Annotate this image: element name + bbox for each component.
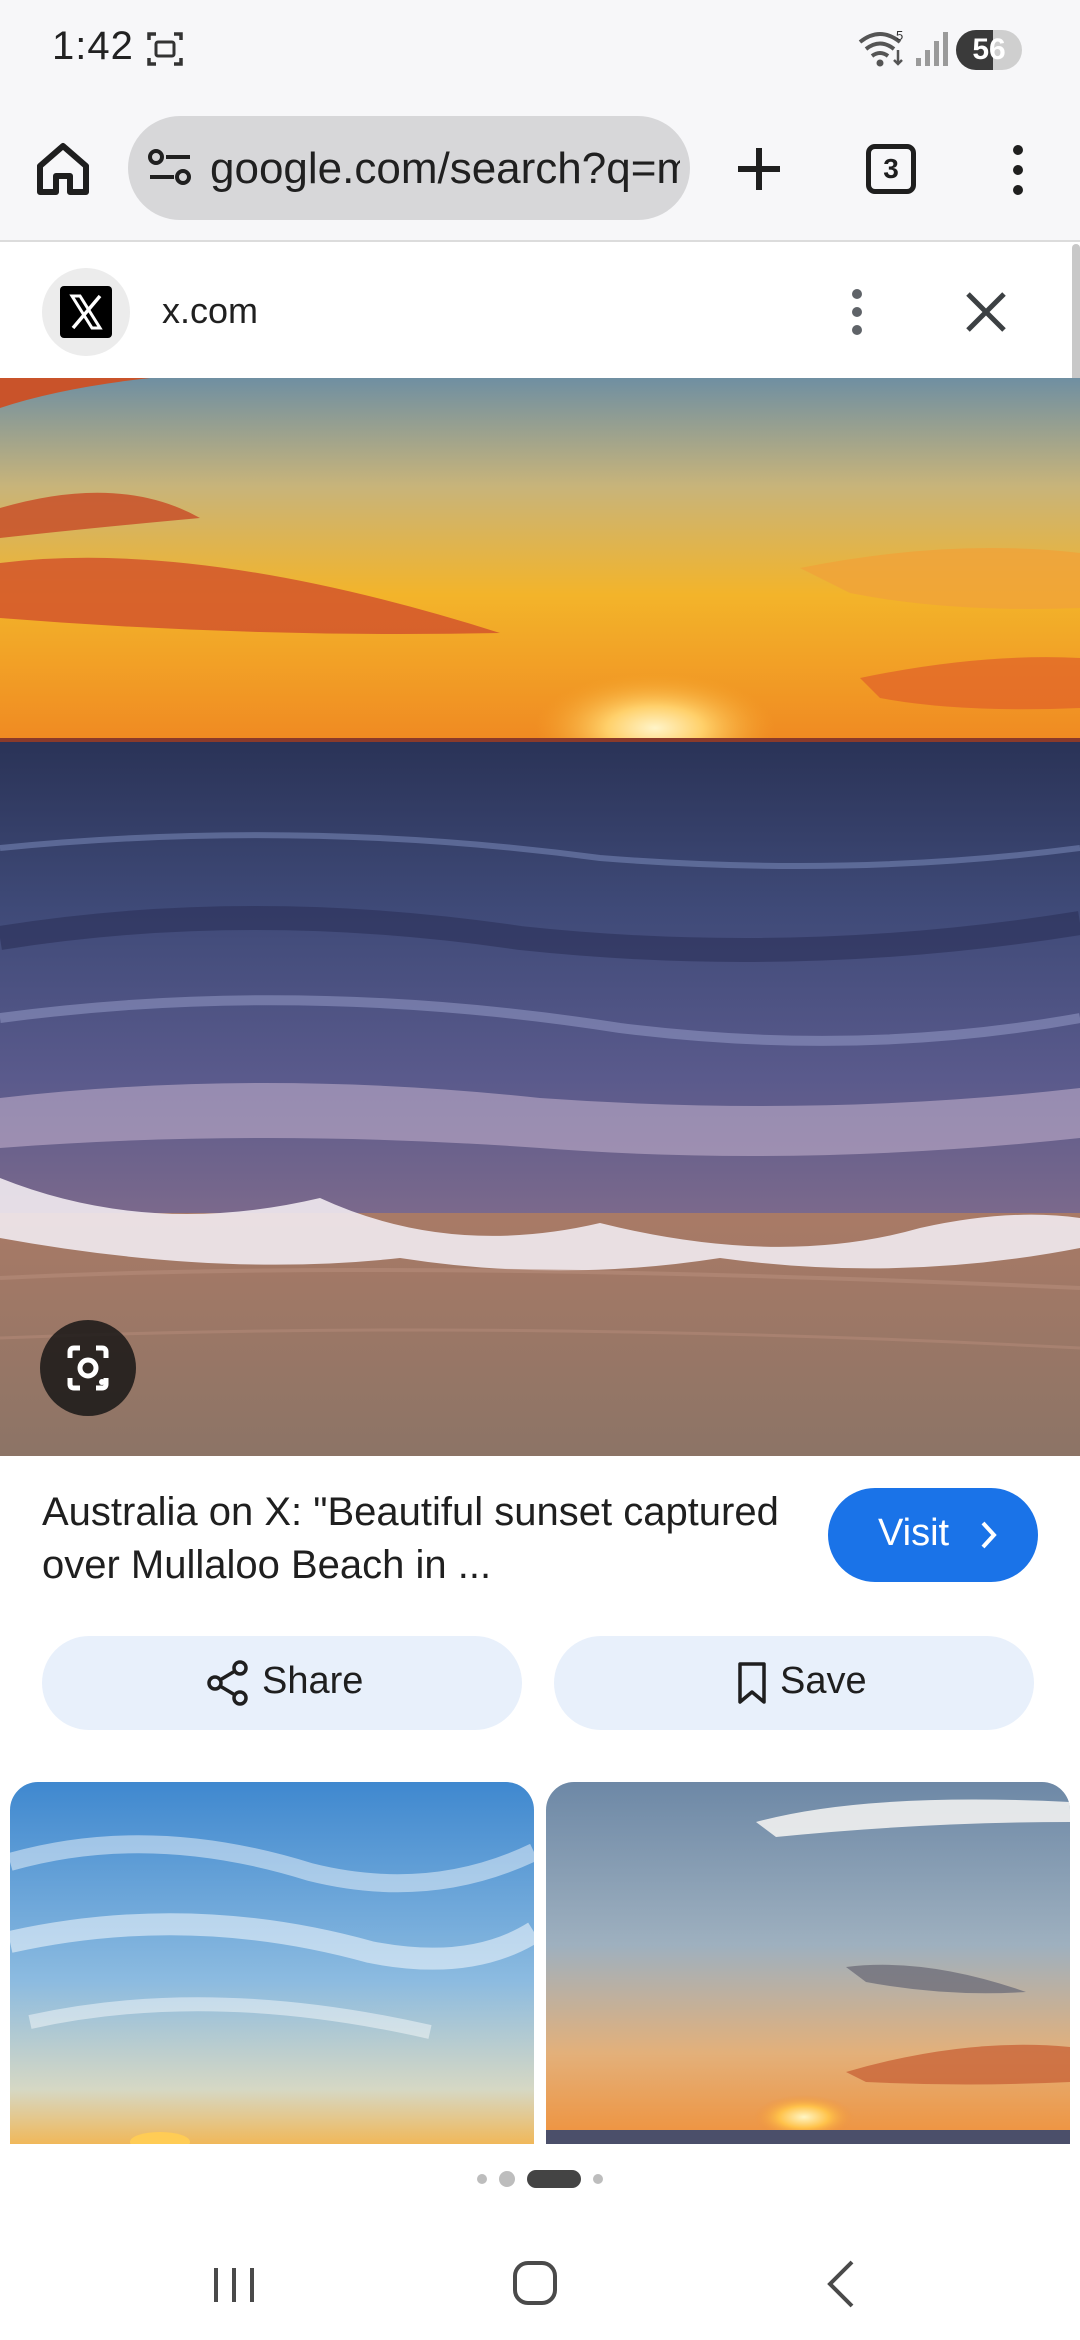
battery-level: 56	[972, 33, 1006, 66]
pager-dot-active	[527, 2170, 581, 2188]
pager-dot	[499, 2171, 515, 2187]
more-vertical-icon[interactable]	[1000, 140, 1036, 200]
share-icon	[207, 1660, 248, 1706]
site-name[interactable]: x.com	[162, 290, 258, 332]
browser-toolbar: google.com/search?q=m 3	[0, 100, 1080, 242]
system-nav-bar	[0, 2220, 1080, 2340]
bookmark-icon	[738, 1662, 766, 1704]
save-label: Save	[780, 1660, 867, 1702]
site-favicon	[42, 268, 130, 356]
result-header: x.com	[0, 244, 1072, 378]
lens-icon	[67, 1345, 109, 1391]
save-button[interactable]: Save	[554, 1636, 1034, 1730]
home-icon[interactable]	[32, 138, 94, 200]
share-label: Share	[262, 1660, 364, 1702]
tune-icon[interactable]	[146, 146, 194, 190]
pager-dot	[477, 2174, 487, 2184]
url-text[interactable]: google.com/search?q=m	[210, 144, 680, 194]
svg-text:5: 5	[896, 28, 903, 43]
share-button[interactable]: Share	[42, 1636, 522, 1730]
visit-label: Visit	[878, 1512, 950, 1554]
status-bar: 1:42 5 56	[0, 0, 1080, 100]
signal-icon	[916, 32, 948, 66]
related-image-thumbnail[interactable]	[10, 1782, 534, 2144]
status-time: 1:42	[52, 24, 134, 68]
close-icon[interactable]	[958, 284, 1014, 340]
tabs-icon[interactable]: 3	[866, 144, 916, 194]
plus-icon[interactable]	[732, 136, 786, 202]
wifi-icon: 5	[858, 28, 903, 67]
pager-dot	[593, 2174, 603, 2184]
carousel-pager	[0, 2164, 1080, 2194]
more-vertical-icon[interactable]	[842, 282, 872, 342]
back-icon[interactable]	[820, 2256, 860, 2312]
visit-button[interactable]: Visit	[828, 1488, 1038, 1582]
result-title[interactable]: Australia on X: "Beautiful sunset captur…	[42, 1486, 782, 1592]
recent-apps-icon[interactable]	[206, 2260, 262, 2308]
screenshot-icon	[147, 32, 183, 66]
battery-icon: 56	[956, 30, 1022, 70]
x-logo-icon	[69, 294, 103, 330]
lens-button[interactable]	[40, 1320, 136, 1416]
chevron-right-icon	[981, 1521, 997, 1549]
home-nav-icon[interactable]	[510, 2258, 560, 2308]
main-image[interactable]	[0, 378, 1080, 1456]
scroll-indicator[interactable]	[1072, 244, 1080, 382]
related-image-thumbnail[interactable]	[546, 1782, 1070, 2144]
url-bar[interactable]: google.com/search?q=m	[128, 116, 690, 220]
